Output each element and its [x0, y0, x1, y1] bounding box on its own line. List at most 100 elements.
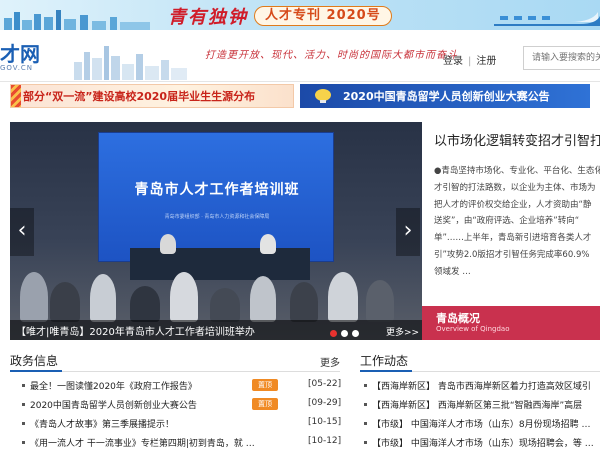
news-carousel[interactable]: 青岛市人才工作者培训班 青岛市委组织部 · 青岛市人力资源和社会保障局 ‹ › …: [10, 122, 422, 340]
list-bullet: [364, 403, 367, 406]
news-date: [05-22]: [308, 379, 342, 389]
article-line: 领域发 …: [434, 266, 471, 277]
carousel-slide-photo[interactable]: 青岛市人才工作者培训班 青岛市委组织部 · 青岛市人力资源和社会保障局: [10, 122, 422, 340]
search-input[interactable]: [523, 46, 600, 70]
graduate-distribution-banner[interactable]: 部分“双一流”建设高校2020届毕业生生源分布: [10, 84, 294, 108]
pinned-badge: 置顶: [252, 398, 278, 410]
login-link[interactable]: 登录: [443, 56, 463, 67]
contest-announcement-banner[interactable]: 2020中国青岛留学人员创新创业大赛公告: [300, 84, 590, 108]
city-slogan: 打造更开放、现代、活力、时尚的国际大都市而奋斗: [205, 50, 458, 61]
news-title[interactable]: 【市级】 中国海洋人才市场（山东）8月份现场招聘 …: [372, 417, 590, 430]
list-item[interactable]: 【西海岸新区】 青岛市西海岸新区着力打造高效区域引: [364, 378, 600, 397]
work-news-list: 【西海岸新区】 青岛市西海岸新区着力打造高效区域引 【西海岸新区】 西海岸新区第…: [364, 378, 600, 450]
site-logo-domain: GOV.CN: [0, 64, 34, 72]
audience-figure: [130, 286, 160, 322]
speaker-figure: [260, 234, 276, 254]
site-logo[interactable]: 才网: [0, 38, 40, 67]
city-skyline-graphic: [4, 10, 150, 30]
projection-screen: 青岛市人才工作者培训班 青岛市委组织部 · 青岛市人力资源和社会保障局: [98, 132, 334, 262]
news-date: [10-15]: [308, 417, 342, 427]
news-date: [10-12]: [308, 436, 342, 446]
list-bullet: [22, 403, 25, 406]
featured-article: 以市场化逻辑转变招才引智打法 ●青岛坚持市场化、专业化、平台化、生态化 才引智的…: [434, 130, 600, 304]
news-title[interactable]: 【西海岸新区】 青岛市西海岸新区着力打造高效区域引: [372, 379, 591, 392]
pinned-badge: 置顶: [252, 379, 278, 391]
news-title[interactable]: 《用一流人才 干一流事业》专栏第四期|初到青岛，就 …: [30, 436, 255, 449]
article-line: ●青岛坚持市场化、专业化、平台化、生态化: [434, 166, 600, 176]
work-section-header: 工作动态: [360, 352, 600, 372]
audience-figure: [90, 274, 116, 322]
screen-organizers: 青岛市委组织部 · 青岛市人力资源和社会保障局: [164, 214, 270, 220]
carousel-prev-button[interactable]: ‹: [10, 208, 34, 256]
news-title[interactable]: 【市级】 中国海洋人才市场（山东）现场招聘会，等 …: [372, 436, 594, 449]
section-underline: [10, 370, 62, 372]
news-title[interactable]: 《青岛人才故事》第三季展播提示！: [30, 417, 174, 430]
list-bullet: [22, 384, 25, 387]
lightbulb-icon: [315, 89, 331, 103]
list-item[interactable]: 《青岛人才故事》第三季展播提示！ [10-15]: [22, 416, 342, 435]
list-item[interactable]: 最全！一图读懂2020年《政府工作报告》 置顶 [05-22]: [22, 378, 342, 397]
stage-desk: [130, 248, 310, 280]
carousel-dots: [330, 326, 363, 340]
article-line: 把人才的评价权交给企业，人才资助由“静: [434, 199, 592, 210]
top-banner[interactable]: 青有独钟 人才专刊 2020号: [0, 0, 600, 30]
politics-news-list: 最全！一图读懂2020年《政府工作报告》 置顶 [05-22] 2020中国青岛…: [22, 378, 342, 450]
list-bullet: [364, 384, 367, 387]
audience-figure: [366, 280, 394, 322]
register-link[interactable]: 注册: [476, 56, 496, 67]
list-item[interactable]: 2020中国青岛留学人员创新创业大赛公告 置顶 [09-29]: [22, 397, 342, 416]
carousel-more-link[interactable]: 更多>>: [386, 325, 419, 338]
news-date: [09-29]: [308, 398, 342, 408]
politics-section-title[interactable]: 政务信息: [10, 352, 58, 369]
carousel-dot[interactable]: [330, 330, 337, 337]
carousel-dot[interactable]: [341, 330, 348, 337]
site-header: 才网 GOV.CN 打造更开放、现代、活力、时尚的国际大都市而奋斗 登录 | 注册: [0, 30, 600, 82]
carousel-caption[interactable]: 【唯才|唯青岛】2020年青岛市人才工作者培训班举办: [16, 323, 255, 338]
link-separator: |: [468, 56, 472, 67]
ad-strip: 部分“双一流”建设高校2020届毕业生生源分布 2020中国青岛留学人员创新创业…: [0, 84, 600, 108]
account-links: 登录 | 注册: [443, 52, 496, 67]
contest-announcement-text: 2020中国青岛留学人员创新创业大赛公告: [343, 90, 550, 103]
list-item[interactable]: 【西海岸新区】 西海岸新区第三批“智融西海岸”高层: [364, 397, 600, 416]
news-title[interactable]: 最全！一图读懂2020年《政府工作报告》: [30, 379, 197, 392]
audience-figure: [50, 282, 80, 322]
news-title[interactable]: 2020中国青岛留学人员创新创业大赛公告: [30, 398, 197, 411]
article-line: 引”攻势2.0版招才引智任务完成率60.9%: [434, 249, 590, 260]
list-item[interactable]: 【市级】 中国海洋人才市场（山东）8月份现场招聘 …: [364, 416, 600, 435]
work-section-title[interactable]: 工作动态: [360, 352, 408, 369]
featured-article-body: ●青岛坚持市场化、专业化、平台化、生态化 才引智的打法路数，以企业为主体、市场为…: [434, 163, 600, 281]
carousel-dot[interactable]: [352, 330, 359, 337]
audience-figure: [170, 272, 198, 322]
section-underline: [360, 370, 412, 372]
audience-figure: [328, 272, 358, 322]
politics-more-link[interactable]: 更多: [320, 354, 340, 369]
header-skyline-graphic: [74, 46, 187, 80]
featured-article-title[interactable]: 以市场化逻辑转变招才引智打法: [434, 130, 600, 149]
list-bullet: [22, 422, 25, 425]
graduate-distribution-text: 部分“双一流”建设高校2020届毕业生生源分布: [23, 90, 256, 103]
list-item[interactable]: 《用一流人才 干一流事业》专栏第四期|初到青岛，就 … [10-12]: [22, 435, 342, 450]
train-graphic: [490, 12, 600, 26]
speaker-figure: [160, 234, 176, 254]
article-line: 送奖”，由“政府评选、企业培养”转向“: [434, 216, 580, 227]
politics-section-header: 政务信息 更多: [10, 352, 340, 372]
qingdao-overview-button[interactable]: 青岛概况 Overview of Qingdao: [422, 306, 600, 340]
audience-figure: [290, 282, 318, 322]
list-bullet: [364, 422, 367, 425]
audience-figure: [250, 276, 276, 322]
article-line: 才引智的打法路数，以企业为主体、市场为: [434, 182, 596, 193]
news-title[interactable]: 【西海岸新区】 西海岸新区第三批“智融西海岸”高层: [372, 398, 582, 411]
overview-subtitle: Overview of Qingdao: [436, 325, 510, 333]
screen-title: 青岛市人才工作者培训班: [134, 182, 300, 198]
talent-special-label[interactable]: 人才专刊 2020号: [254, 6, 392, 26]
overview-title: 青岛概况: [436, 312, 480, 325]
list-item[interactable]: 【市级】 中国海洋人才市场（山东）现场招聘会，等 …: [364, 435, 600, 450]
list-bullet: [22, 441, 25, 444]
audience-figure: [20, 272, 48, 322]
audience-figure: [210, 288, 240, 322]
carousel-next-button[interactable]: ›: [396, 208, 420, 256]
article-line: 单”……上半年，青岛新引进培育各类人才: [434, 233, 592, 244]
banner-calligraphy: 青有独钟: [168, 7, 248, 28]
list-bullet: [364, 441, 367, 444]
banner-decoration: [11, 85, 21, 107]
